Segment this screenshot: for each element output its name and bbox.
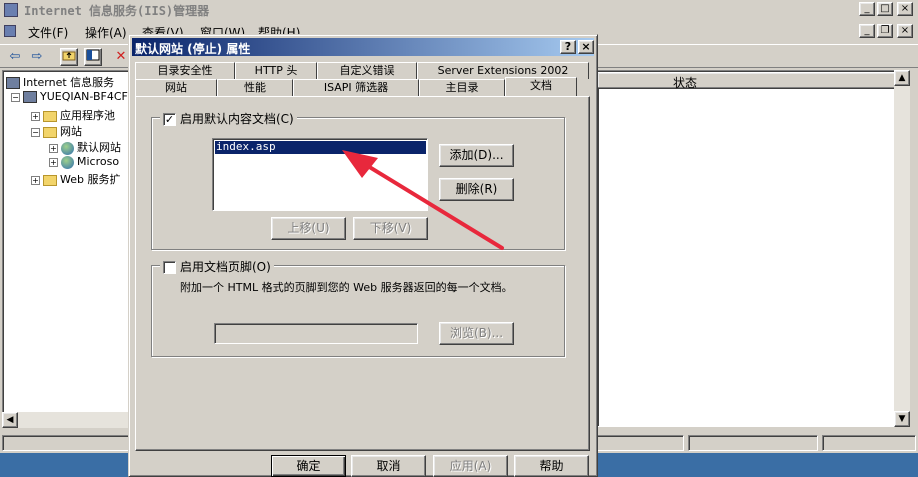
tree-item-web-ext[interactable]: + Web 服务扩 bbox=[31, 171, 120, 187]
scroll-left-icon[interactable]: ◀ bbox=[2, 412, 18, 428]
dialog-close-button[interactable]: × bbox=[578, 40, 594, 54]
doc-restore-button[interactable]: ❐ bbox=[877, 24, 893, 38]
expand-icon[interactable]: + bbox=[49, 143, 58, 153]
tab-home-directory[interactable]: 主目录 bbox=[419, 79, 505, 96]
tree-horizontal-scrollbar[interactable]: ◀ bbox=[2, 412, 130, 428]
document-footer-group: 启用文档页脚(O) 附加一个 HTML 格式的页脚到您的 Web 服务器返回的每… bbox=[151, 258, 565, 357]
list-vertical-scrollbar[interactable]: ▲ ▼ bbox=[894, 70, 910, 427]
tree-item-app-pools[interactable]: + 应用程序池 bbox=[31, 107, 115, 123]
help-button[interactable]: 帮助 bbox=[514, 455, 589, 477]
close-button[interactable]: × bbox=[897, 2, 913, 16]
details-list-pane[interactable] bbox=[597, 70, 908, 427]
enable-default-doc-label: 启用默认内容文档(C) bbox=[180, 112, 294, 126]
tab-website[interactable]: 网站 bbox=[135, 79, 217, 96]
status-cell-2 bbox=[688, 435, 818, 451]
default-documents-listbox[interactable]: index.asp bbox=[212, 138, 428, 211]
cancel-button[interactable]: 取消 bbox=[351, 455, 426, 477]
footer-description: 附加一个 HTML 格式的页脚到您的 Web 服务器返回的每一个文档。 bbox=[180, 281, 513, 294]
main-title-bar: Internet 信息服务(IIS)管理器 _ □ × bbox=[0, 0, 918, 20]
footer-checkbox-row[interactable]: 启用文档页脚(O) bbox=[160, 258, 274, 275]
default-doc-checkbox-row[interactable]: ✓ 启用默认内容文档(C) bbox=[160, 110, 297, 127]
scroll-up-icon[interactable]: ▲ bbox=[894, 70, 910, 86]
folder-open-icon bbox=[43, 126, 57, 138]
enable-footer-checkbox[interactable] bbox=[163, 261, 176, 274]
collapse-icon[interactable]: − bbox=[31, 127, 40, 137]
menu-file[interactable]: 文件(F) bbox=[28, 24, 68, 41]
tree-pane[interactable]: Internet 信息服务 − YUEQIAN-BF4CF7 + 应用程序池 − 网站… bbox=[2, 70, 135, 427]
tab-documents[interactable]: 文档 bbox=[505, 77, 577, 96]
move-down-button[interactable]: 下移(V) bbox=[353, 217, 428, 240]
minimize-button[interactable]: _ bbox=[859, 2, 875, 16]
default-document-group: ✓ 启用默认内容文档(C) index.asp 添加(D)... 删除(R) 上移… bbox=[151, 110, 565, 250]
up-folder-icon[interactable] bbox=[60, 48, 78, 66]
website-globe-icon bbox=[61, 141, 74, 155]
tree-item-websites[interactable]: − 网站 bbox=[31, 123, 82, 139]
tab-custom-errors[interactable]: 自定义错误 bbox=[317, 62, 417, 79]
properties-dialog: 默认网站 (停止) 属性 ? × 目录安全性 HTTP 头 自定义错误 Serv… bbox=[128, 34, 598, 477]
doc-minimize-button[interactable]: _ bbox=[859, 24, 875, 38]
enable-default-doc-checkbox[interactable]: ✓ bbox=[163, 113, 176, 126]
collapse-icon[interactable]: − bbox=[11, 92, 20, 102]
iis-app-icon bbox=[4, 3, 18, 17]
scroll-down-icon[interactable]: ▼ bbox=[894, 411, 910, 427]
status-cell-3 bbox=[822, 435, 916, 451]
tree-item-root[interactable]: Internet 信息服务 bbox=[6, 74, 114, 90]
website-globe-icon bbox=[61, 155, 74, 169]
menu-action[interactable]: 操作(A) bbox=[85, 24, 127, 41]
move-up-button[interactable]: 上移(U) bbox=[271, 217, 346, 240]
status-column-label: 状态 bbox=[673, 76, 698, 90]
dialog-title: 默认网站 (停止) 属性 bbox=[135, 42, 251, 56]
show-hide-tree-icon[interactable] bbox=[84, 48, 102, 66]
tree-item-server[interactable]: − YUEQIAN-BF4CF7 bbox=[11, 90, 135, 103]
column-header-status[interactable]: 状态 bbox=[597, 72, 908, 90]
back-arrow-icon[interactable]: ⇦ bbox=[6, 48, 24, 66]
list-item[interactable]: index.asp bbox=[214, 140, 427, 155]
tab-http-headers[interactable]: HTTP 头 bbox=[235, 62, 317, 79]
tree-item-default-site[interactable]: + 默认网站 bbox=[49, 139, 121, 155]
doc-close-button[interactable]: × bbox=[897, 24, 913, 38]
folder-icon bbox=[43, 174, 57, 186]
tree-item-microsoft-site[interactable]: + Microso bbox=[49, 155, 119, 169]
mmc-doc-icon bbox=[4, 25, 16, 37]
expand-icon[interactable]: + bbox=[49, 157, 58, 167]
iis-root-icon bbox=[6, 77, 20, 89]
expand-icon[interactable]: + bbox=[31, 111, 40, 121]
enable-footer-label: 启用文档页脚(O) bbox=[180, 260, 271, 274]
folder-icon bbox=[43, 110, 57, 122]
tab-directory-security[interactable]: 目录安全性 bbox=[135, 62, 235, 79]
browse-button[interactable]: 浏览(B)... bbox=[439, 322, 514, 345]
ok-button[interactable]: 确定 bbox=[271, 455, 346, 477]
apply-button[interactable]: 应用(A) bbox=[433, 455, 508, 477]
tab-performance[interactable]: 性能 bbox=[217, 79, 293, 96]
dialog-help-button[interactable]: ? bbox=[560, 40, 576, 54]
documents-tab-panel: ✓ 启用默认内容文档(C) index.asp 添加(D)... 删除(R) 上移… bbox=[135, 96, 590, 451]
remove-document-button[interactable]: 删除(R) bbox=[439, 178, 514, 201]
forward-arrow-icon[interactable]: ⇨ bbox=[28, 48, 46, 66]
dialog-title-bar[interactable]: 默认网站 (停止) 属性 ? × bbox=[132, 38, 594, 56]
add-document-button[interactable]: 添加(D)... bbox=[439, 144, 514, 167]
server-icon bbox=[23, 91, 37, 103]
tab-isapi-filters[interactable]: ISAPI 筛选器 bbox=[293, 79, 419, 96]
footer-path-input[interactable] bbox=[214, 323, 418, 344]
expand-icon[interactable]: + bbox=[31, 175, 40, 185]
maximize-button[interactable]: □ bbox=[877, 2, 893, 16]
main-window-title: Internet 信息服务(IIS)管理器 bbox=[24, 4, 210, 18]
